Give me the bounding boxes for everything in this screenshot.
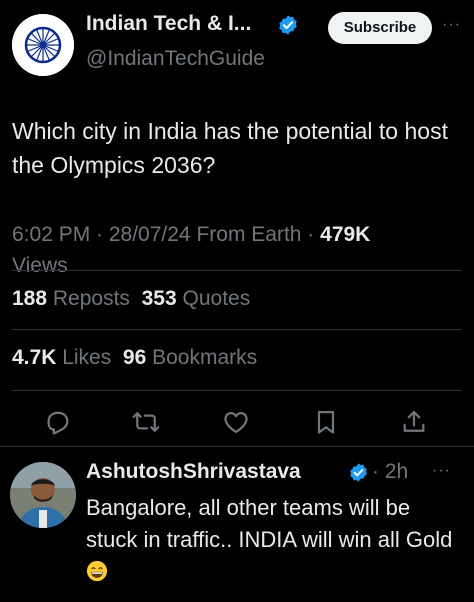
divider <box>0 446 474 447</box>
account-handle[interactable]: @IndianTechGuide <box>86 47 265 71</box>
reposts-stat[interactable]: 188 Reposts <box>12 287 130 310</box>
user-photo-icon <box>10 462 76 528</box>
reply-tweet[interactable]: AshutoshShrivastava · 2h ··· Bangalore, … <box>0 448 474 602</box>
verified-badge-icon <box>350 463 367 482</box>
bookmarks-stat[interactable]: 96 Bookmarks <box>123 346 257 369</box>
reply-avatar[interactable] <box>10 462 76 528</box>
quotes-stat[interactable]: 353 Quotes <box>142 287 251 310</box>
verified-badge-icon <box>279 15 297 35</box>
subscribe-button[interactable]: Subscribe <box>328 12 432 44</box>
quotes-count: 353 <box>141 287 177 310</box>
more-options-icon[interactable]: ··· <box>442 16 461 34</box>
likes-stat[interactable]: 4.7K Likes <box>12 346 111 369</box>
views-count: 479K <box>320 223 371 246</box>
reposts-label: Reposts <box>52 287 130 310</box>
bookmarks-count: 96 <box>122 346 147 369</box>
account-avatar[interactable] <box>12 14 74 76</box>
likes-bookmarks-row: 4.7K Likes 96 Bookmarks <box>12 346 257 370</box>
account-name[interactable]: Indian Tech & I... <box>86 12 251 36</box>
like-icon[interactable] <box>222 408 250 436</box>
likes-count: 4.7K <box>12 346 57 369</box>
action-bar <box>0 404 474 440</box>
reply-text-block: Bangalore, all other teams will be stuck… <box>86 492 466 588</box>
likes-label: Likes <box>62 346 112 369</box>
tweet-text: Which city in India has the potential to… <box>12 118 448 178</box>
divider <box>12 270 462 271</box>
repost-icon[interactable] <box>132 408 160 436</box>
tweet-timestamp[interactable]: 6:02 PM · 28/07/24 From Earth · <box>12 223 320 246</box>
grinning-emoji-icon <box>86 560 108 582</box>
reposts-count: 188 <box>12 287 48 310</box>
reply-author-name[interactable]: AshutoshShrivastava <box>86 460 301 484</box>
views-label: Views <box>12 254 68 277</box>
bookmark-icon[interactable] <box>312 408 340 436</box>
quotes-label: Quotes <box>182 287 251 310</box>
more-options-icon[interactable]: ··· <box>432 462 451 480</box>
tweet-meta: 6:02 PM · 28/07/24 From Earth · 479K Vie… <box>12 219 462 281</box>
share-icon[interactable] <box>400 408 428 436</box>
reposts-quotes-row: 188 Reposts 353 Quotes <box>12 287 250 311</box>
divider <box>12 390 462 391</box>
ashoka-chakra-icon <box>12 14 74 76</box>
reply-timestamp[interactable]: · 2h <box>372 460 408 484</box>
tweet-header: Indian Tech & I... @IndianTechGuide Subs… <box>10 6 464 82</box>
divider <box>12 329 462 330</box>
bookmarks-label: Bookmarks <box>152 346 258 369</box>
reply-icon[interactable] <box>44 408 72 436</box>
reply-text: Bangalore, all other teams will be stuck… <box>86 495 453 552</box>
